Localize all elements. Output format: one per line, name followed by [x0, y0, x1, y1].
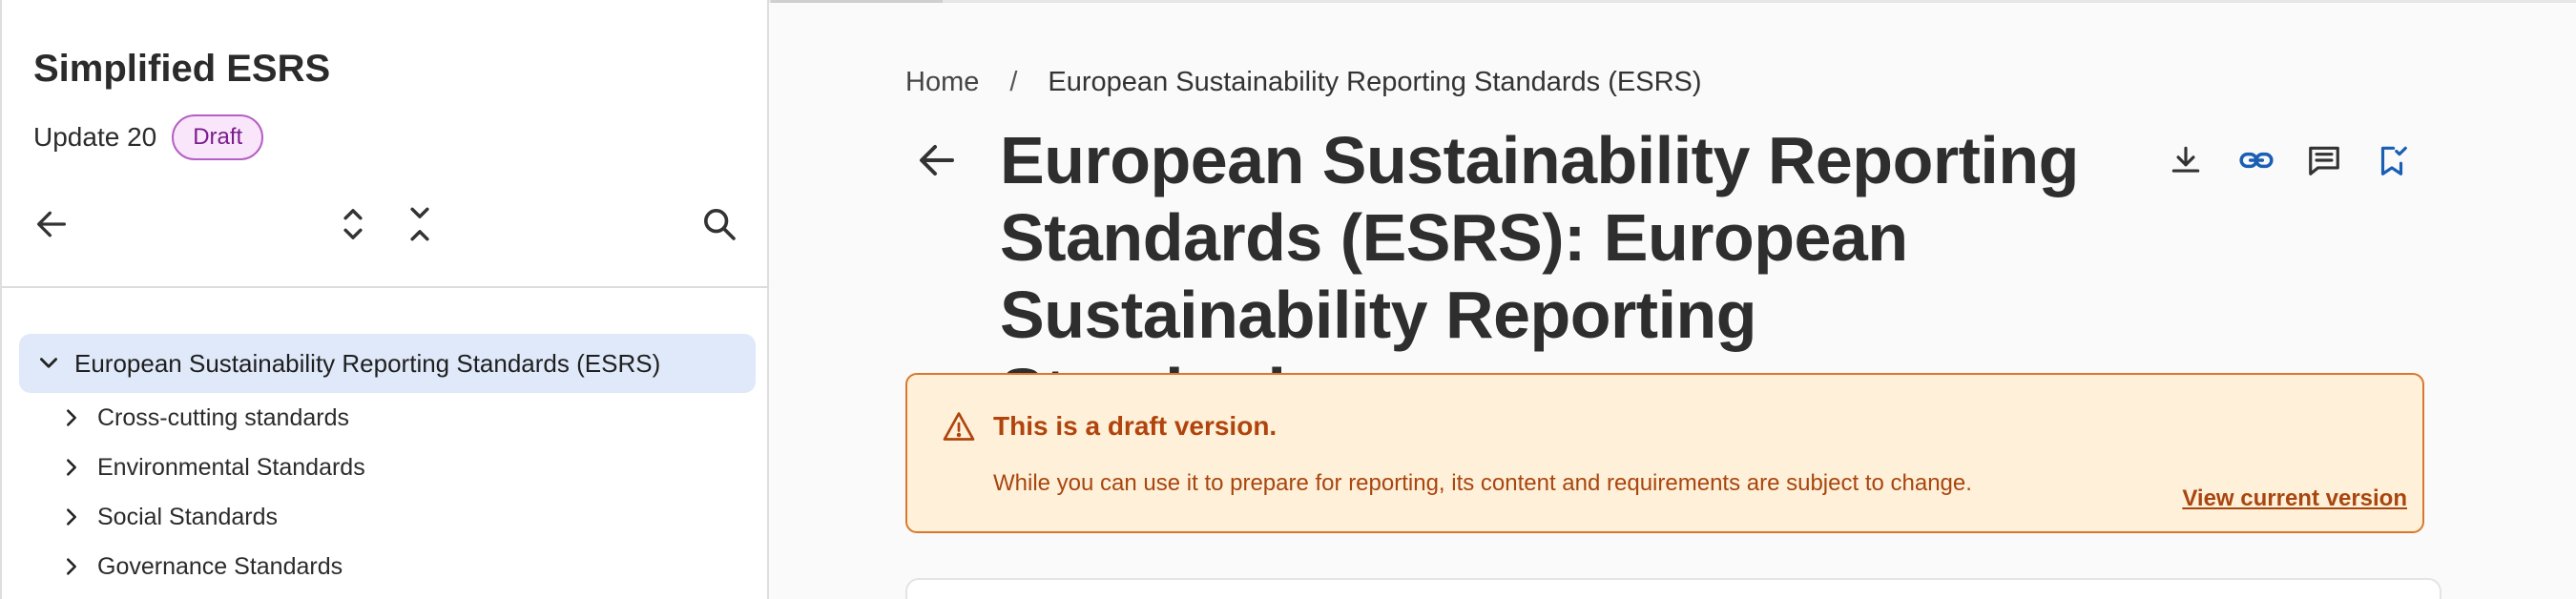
download-button[interactable]: [2161, 135, 2211, 185]
back-button[interactable]: [23, 196, 80, 253]
view-current-version-link[interactable]: View current version: [2182, 485, 2407, 512]
tree-item-social[interactable]: Social Standards: [19, 492, 756, 542]
alert-header: This is a draft version.: [942, 409, 1277, 444]
sidebar-toolbar: [2, 191, 769, 258]
bookmark-check-icon: [2380, 146, 2407, 176]
status-badge: Draft: [172, 114, 264, 160]
version-row: Update 20 Draft: [33, 114, 264, 160]
alert-title: This is a draft version.: [993, 411, 1278, 441]
copy-link-button[interactable]: [2232, 135, 2281, 185]
tree-item-label: Governance Standards: [97, 552, 343, 580]
search-button[interactable]: [691, 196, 748, 253]
tree-item-label: Social Standards: [97, 503, 279, 530]
link-icon: [2239, 152, 2274, 169]
arrow-left-icon: [37, 211, 67, 238]
chevron-down-icon: [40, 358, 57, 368]
search-icon: [704, 209, 736, 240]
chevron-right-icon: [67, 558, 76, 575]
chevron-right-icon: [67, 409, 76, 426]
sidebar: Simplified ESRS Update 20 Draft European…: [0, 0, 769, 599]
warning-icon: [943, 412, 975, 441]
tree-item-label: European Sustainability Reporting Standa…: [74, 348, 661, 378]
arrow-left-icon: [920, 145, 954, 176]
collapse-all-button[interactable]: [391, 196, 448, 253]
breadcrumb-separator: /: [1009, 67, 1018, 97]
sidebar-divider: [2, 286, 769, 288]
main-content: Home / European Sustainability Reporting…: [771, 0, 2576, 599]
version-label: Update 20: [33, 122, 157, 152]
expand-all-button[interactable]: [324, 196, 382, 253]
breadcrumb-current: European Sustainability Reporting Standa…: [1048, 67, 1702, 97]
download-icon: [2171, 146, 2200, 173]
collapse-all-icon: [410, 207, 429, 241]
expand-all-icon: [343, 209, 363, 239]
tree-item-governance[interactable]: Governance Standards: [19, 542, 756, 591]
comment-icon: [2309, 146, 2339, 176]
tree-item-label: Cross-cutting standards: [97, 403, 350, 431]
tree-item-label: Environmental Standards: [97, 453, 365, 481]
draft-alert: This is a draft version. While you can u…: [905, 373, 2424, 533]
page-back-button[interactable]: [910, 134, 964, 187]
tree-item-environmental[interactable]: Environmental Standards: [19, 443, 756, 492]
breadcrumb: Home / European Sustainability Reporting…: [905, 67, 1702, 98]
alert-message: While you can use it to prepare for repo…: [993, 470, 1972, 496]
tree-item-esrs[interactable]: European Sustainability Reporting Standa…: [19, 334, 756, 393]
sidebar-title: Simplified ESRS: [33, 48, 331, 90]
chevron-right-icon: [67, 459, 76, 476]
content-card: [905, 578, 2441, 599]
tree-item-cross-cutting[interactable]: Cross-cutting standards: [19, 393, 756, 443]
navigation-tree: European Sustainability Reporting Standa…: [19, 334, 756, 591]
breadcrumb-home-link[interactable]: Home: [905, 67, 979, 98]
chevron-right-icon: [67, 508, 76, 526]
bookmark-button[interactable]: [2367, 135, 2417, 185]
comments-button[interactable]: [2299, 135, 2349, 185]
